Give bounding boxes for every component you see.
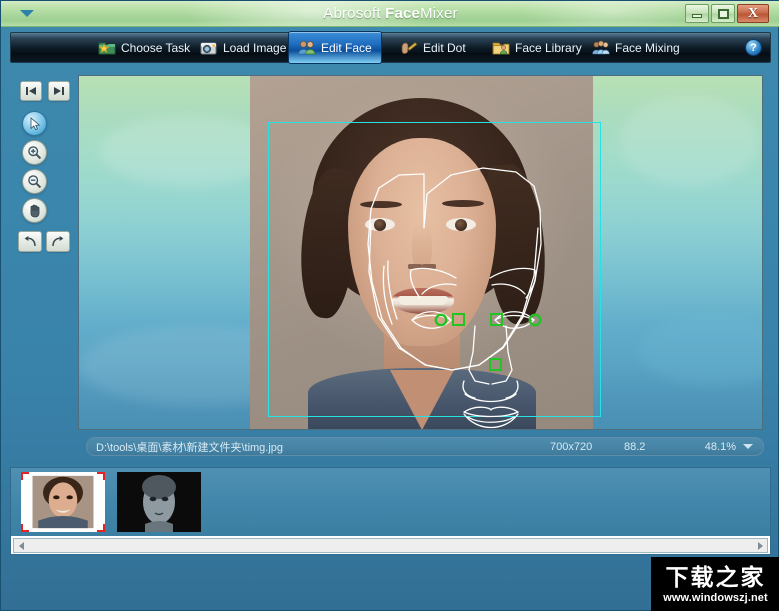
app-title-tail: Mixer [420, 5, 458, 22]
folder-person-icon [492, 39, 510, 57]
tab-choose-task[interactable]: Choose Task [89, 33, 199, 62]
watermark-url: www.windowszj.net [663, 591, 768, 604]
page-title: Abrosoft FaceMixer [1, 5, 779, 22]
tab-label: Face Mixing [615, 40, 680, 55]
tab-label: Face Library [515, 40, 582, 55]
image-status-bar: D:\tools\桌面\素材\新建文件夹\timg.jpg 700x720 88… [86, 437, 764, 456]
two-people-icon [298, 39, 316, 57]
three-people-icon [592, 39, 610, 57]
camera-icon [200, 39, 218, 57]
minimize-icon [692, 14, 702, 18]
tab-label: Edit Face [321, 40, 372, 55]
selection-corner-icon [21, 524, 29, 532]
tab-edit-dot[interactable]: Edit Dot [391, 33, 475, 62]
canvas-backdrop-blob [639, 316, 762, 386]
thumbnail-target-face[interactable] [117, 472, 201, 532]
tab-edit-face[interactable]: Edit Face [288, 31, 382, 64]
magnifier-plus-icon [28, 146, 42, 160]
magnifier-minus-icon [28, 175, 42, 189]
hand-pen-icon [400, 39, 418, 57]
selection-corner-icon [97, 472, 105, 480]
tab-face-mixing[interactable]: Face Mixing [583, 33, 689, 62]
pan-tool[interactable] [22, 198, 47, 223]
watermark-chinese-text: 下载之家 [665, 564, 766, 591]
app-title-light: Abrosoft [323, 5, 386, 22]
tab-face-library[interactable]: Face Library [483, 33, 591, 62]
watermark: 下载之家 www.windowszj.net [651, 557, 779, 611]
tab-load-image[interactable]: Load Image [191, 33, 295, 62]
redo-arrow-icon [52, 236, 64, 247]
left-toolbar [15, 75, 73, 252]
main-tab-bar: Choose Task Load Image Edit Face Edit Do… [10, 31, 771, 64]
tab-label: Edit Dot [423, 40, 466, 55]
close-button[interactable]: X [737, 4, 769, 23]
canvas-backdrop-blob [619, 96, 759, 186]
selection-corner-icon [97, 524, 105, 532]
thumbnail-panel [10, 467, 771, 555]
title-bar: Abrosoft FaceMixer X [1, 1, 779, 27]
skip-back-icon [26, 87, 36, 95]
help-icon[interactable]: ? [745, 39, 762, 56]
zoom-in-tool[interactable] [22, 140, 47, 165]
hand-icon [30, 204, 40, 218]
thumbnail-strip [11, 468, 770, 536]
image-value-label: 88.2 [624, 440, 646, 453]
first-frame-button[interactable] [20, 81, 42, 101]
file-path-label: D:\tools\桌面\素材\新建文件夹\timg.jpg [96, 441, 284, 454]
redo-button[interactable] [46, 231, 70, 252]
thumbnail-source-photo[interactable] [21, 472, 105, 532]
skip-forward-icon [54, 87, 64, 95]
thumbnail-image [117, 472, 201, 532]
triangle-right-icon [757, 541, 763, 550]
folder-star-icon [98, 39, 116, 57]
zoom-out-tool[interactable] [22, 169, 47, 194]
scroll-left-button[interactable] [14, 539, 28, 552]
selection-corner-icon [21, 472, 29, 480]
app-title-bold: Face [385, 5, 421, 22]
chevron-down-icon[interactable] [743, 444, 753, 449]
editor-work-area: D:\tools\桌面\素材\新建文件夹\timg.jpg 700x720 88… [10, 65, 771, 463]
thumbnail-image [23, 474, 103, 530]
undo-button[interactable] [18, 231, 42, 252]
minimize-button[interactable] [685, 4, 709, 23]
application-window: Abrosoft FaceMixer X Choose Task Load Im… [0, 0, 779, 611]
image-dimensions-label: 700x720 [550, 440, 593, 453]
tab-label: Choose Task [121, 40, 191, 55]
select-tool[interactable] [22, 111, 47, 136]
last-frame-button[interactable] [48, 81, 70, 101]
scroll-right-button[interactable] [753, 539, 767, 552]
maximize-button[interactable] [711, 4, 735, 23]
arrow-cursor-icon [30, 116, 40, 130]
thumbnail-scrollbar[interactable] [13, 538, 768, 553]
zoom-level-label: 48.1% [704, 440, 736, 453]
undo-arrow-icon [24, 236, 36, 247]
selection-rectangle[interactable] [268, 122, 601, 417]
close-icon: X [747, 5, 759, 21]
maximize-icon [717, 8, 729, 19]
image-canvas[interactable] [78, 75, 763, 430]
tab-label: Load Image [223, 40, 287, 55]
triangle-left-icon [18, 541, 24, 550]
